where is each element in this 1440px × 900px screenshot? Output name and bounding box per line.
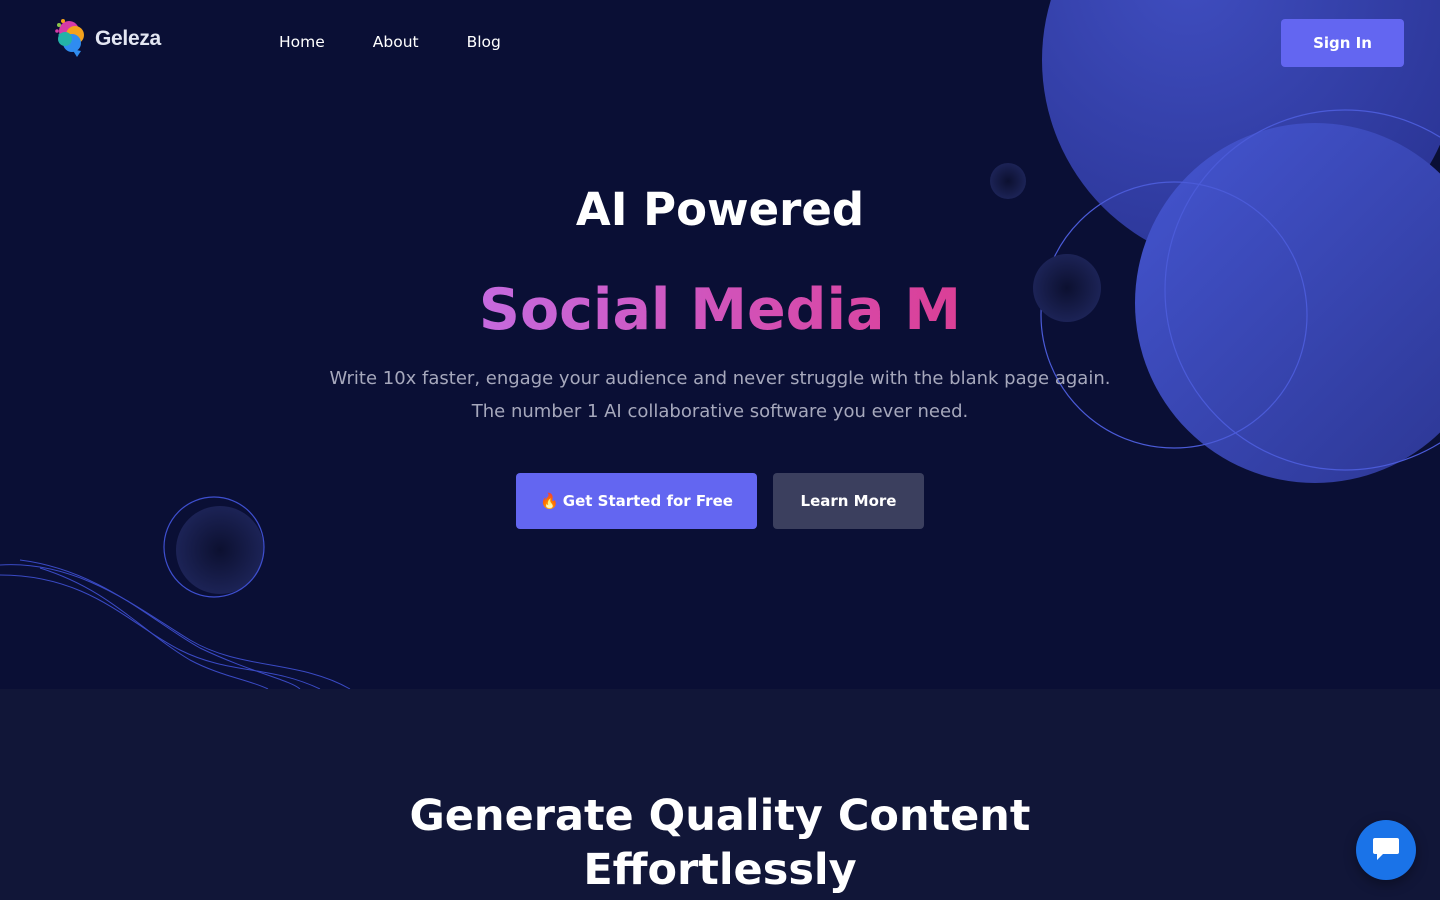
section-title-line1: Generate Quality Content — [409, 791, 1031, 841]
hero-title-line1: AI Powered — [575, 183, 865, 236]
nav-item-blog[interactable]: Blog — [467, 32, 501, 52]
hero-subtitle: Write 10x faster, engage your audience a… — [0, 362, 1440, 428]
brain-logo-icon — [55, 19, 84, 57]
nav-item-home[interactable]: Home — [279, 32, 325, 52]
section-title-line2: Effortlessly — [583, 845, 857, 895]
get-started-label: Get Started for Free — [562, 492, 733, 510]
chat-button[interactable] — [1356, 820, 1416, 880]
learn-more-button[interactable]: Learn More — [773, 473, 924, 529]
left-orb — [176, 506, 264, 594]
main-nav: Home About Blog — [279, 32, 549, 52]
get-started-button[interactable]: 🔥 Get Started for Free — [516, 473, 757, 529]
logo[interactable]: Geleza — [55, 17, 170, 61]
hero-typed-text: Social Media M — [478, 277, 962, 343]
left-orb-ring — [163, 496, 265, 598]
fire-icon: 🔥 — [540, 492, 559, 510]
sign-in-button[interactable]: Sign In — [1281, 19, 1404, 67]
nav-item-about[interactable]: About — [373, 32, 419, 52]
section-title: Generate Quality Content Effortlessly — [0, 789, 1440, 897]
features-section: Generate Quality Content Effortlessly — [0, 689, 1440, 900]
logo-text: Geleza — [95, 27, 161, 50]
chat-bubble-icon — [1373, 838, 1399, 860]
hero-subtitle-line1: Write 10x faster, engage your audience a… — [329, 368, 1111, 389]
site-header: Geleza Home About Blog Sign In — [0, 0, 1440, 86]
hero-section: Geleza Home About Blog Sign In AI Powere… — [0, 0, 1440, 689]
hero-subtitle-line2: The number 1 AI collaborative software y… — [471, 401, 969, 422]
wavy-lines — [0, 559, 351, 689]
hero-title-line2: Social Media M — [0, 272, 1440, 348]
